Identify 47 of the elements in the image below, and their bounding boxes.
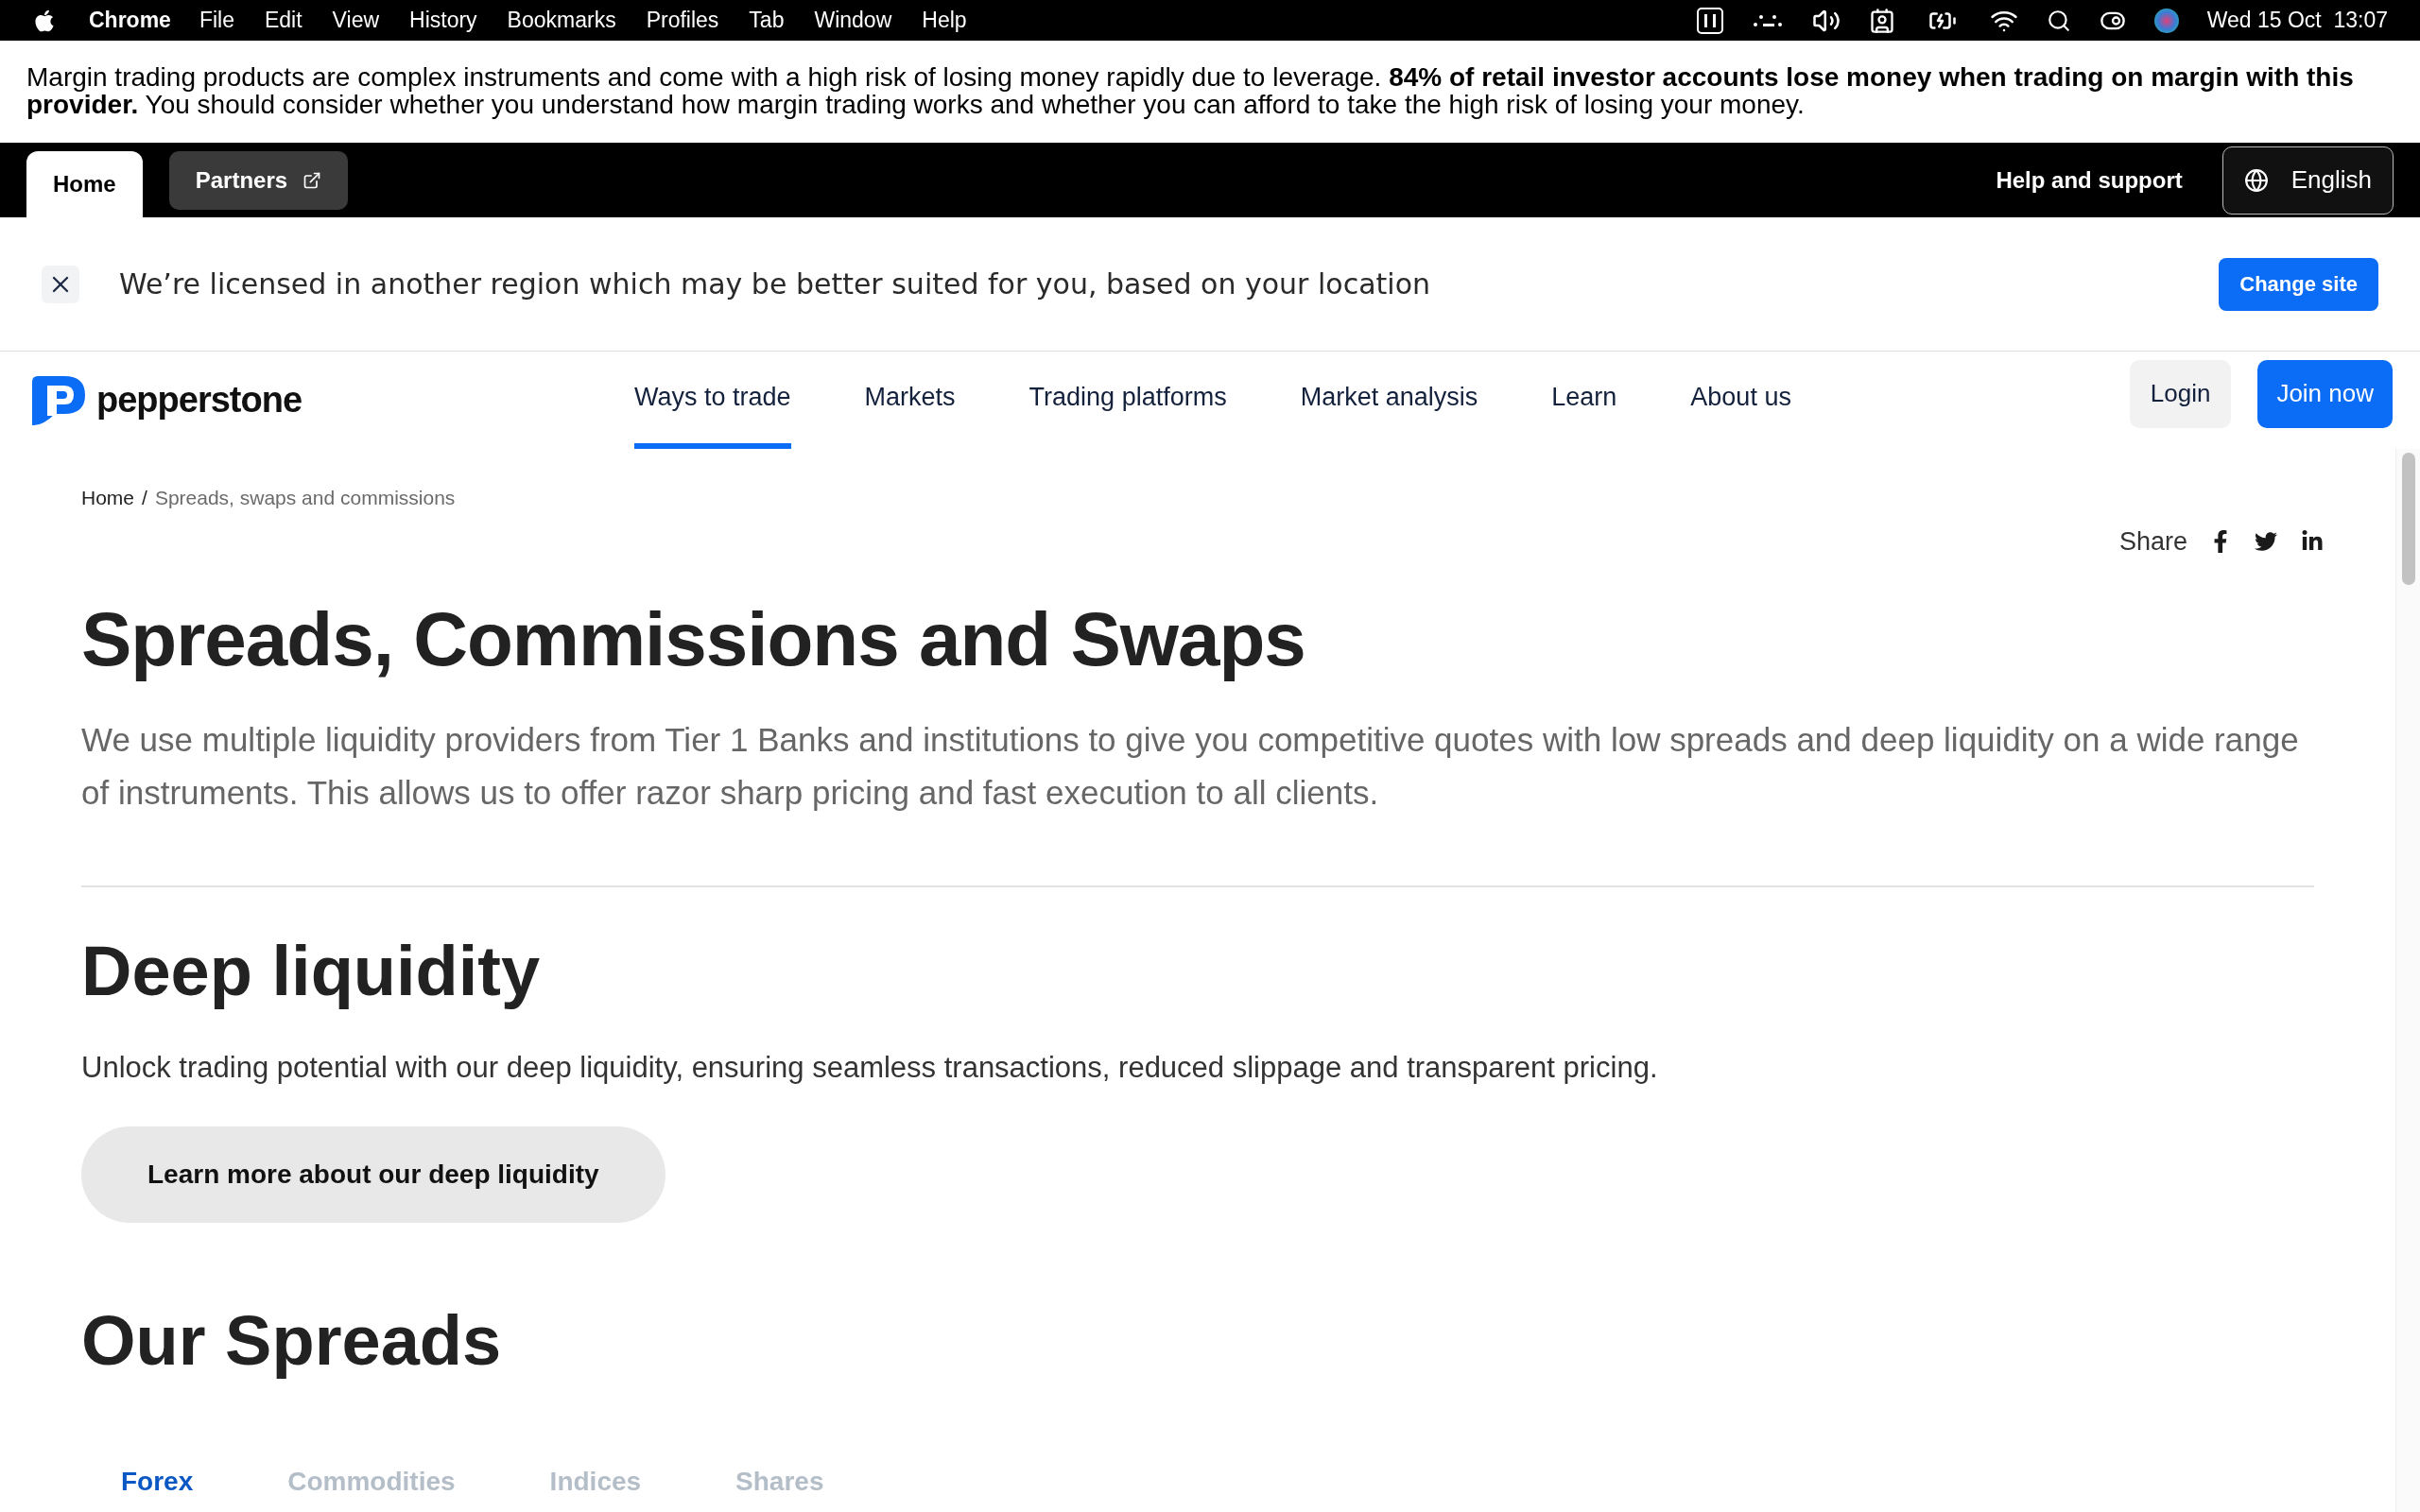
join-now-button[interactable]: Join now <box>2257 359 2393 428</box>
menu-item[interactable]: Tab <box>749 4 785 37</box>
menu-item[interactable]: Window <box>814 4 892 37</box>
close-button[interactable] <box>42 265 79 303</box>
section-text: Unlock trading potential with our deep liquidity, ensuring seamless transactions, reduced slippage and transparent pricing. <box>81 1050 1659 1086</box>
risk-disclaimer: Margin trading products are complex instruments and come with a high risk of losing money rapidly due to leverage. 84% of retail investor accounts lose money when trading on margin with this provider. You should consider whether you understand how margin trading works and whether you can afford to take the high risk of losing your money. <box>26 61 2355 121</box>
logo-wordmark[interactable]: pepperstone <box>96 373 302 427</box>
menu-item[interactable]: Profiles <box>646 4 719 37</box>
breadcrumb-separator: / <box>142 486 147 510</box>
nav-link[interactable]: Market analysis <box>1300 352 1478 449</box>
change-site-button[interactable]: Change site <box>2219 257 2378 311</box>
region-notice: We’re licensed in another region which may be better suited for you, based on your location <box>119 266 1431 302</box>
scrollbar[interactable] <box>2395 449 2420 1512</box>
menu-item[interactable]: View <box>332 4 380 37</box>
nav-link[interactable]: Trading platforms <box>1028 352 1227 449</box>
search-icon[interactable] <box>2046 8 2071 33</box>
language-button[interactable]: English <box>2221 146 2394 215</box>
section-heading: Deep liquidity <box>81 931 542 1012</box>
nav-link[interactable]: Learn <box>1551 352 1617 449</box>
badge-icon[interactable] <box>1868 7 1895 34</box>
menu-item[interactable]: Help <box>922 4 967 37</box>
menu-item[interactable]: Edit <box>264 4 302 37</box>
market-tab[interactable]: Forex <box>121 1466 194 1497</box>
nav-link[interactable]: Ways to trade <box>634 352 791 449</box>
login-button[interactable]: Login <box>2129 359 2232 428</box>
twitter-icon[interactable] <box>2254 529 2278 553</box>
nav-link[interactable]: Markets <box>864 352 956 449</box>
linkedin-icon[interactable] <box>2301 529 2324 553</box>
learn-more-button[interactable]: Learn more about our deep liquidity <box>81 1125 666 1223</box>
nav-link[interactable]: About us <box>1690 352 1791 449</box>
site-tab[interactable]: Partners <box>168 151 349 210</box>
help-link[interactable]: Help and support <box>1996 163 2183 198</box>
breadcrumb-link[interactable]: Home <box>81 483 135 513</box>
app-menu[interactable]: Chrome <box>89 4 171 37</box>
menu-item[interactable]: File <box>199 4 234 37</box>
menu-item[interactable]: Bookmarks <box>507 4 616 37</box>
globe-icon <box>2243 167 2269 193</box>
intro-paragraph: We use multiple liquidity providers from Tier 1 Banks and institutions to give you competitive quotes with low spreads and deep liquidity on a wide range of instruments. This allows us to offer razor sharp pricing and fast execution to all clients. <box>81 720 2300 813</box>
site-tab[interactable]: Home <box>26 151 143 217</box>
clock[interactable]: Wed 15 Oct 13:07 <box>2206 4 2388 37</box>
page-title: Spreads, Commissions and Swaps <box>81 596 1306 683</box>
section-heading: Our Spreads <box>81 1299 503 1382</box>
menu-item[interactable]: History <box>409 4 477 37</box>
scrollbar-thumb[interactable] <box>2401 453 2415 585</box>
siri-icon[interactable] <box>2153 8 2179 33</box>
breadcrumb-current: Spreads, swaps and commissions <box>154 486 456 510</box>
share-label: Share <box>2118 525 2187 558</box>
